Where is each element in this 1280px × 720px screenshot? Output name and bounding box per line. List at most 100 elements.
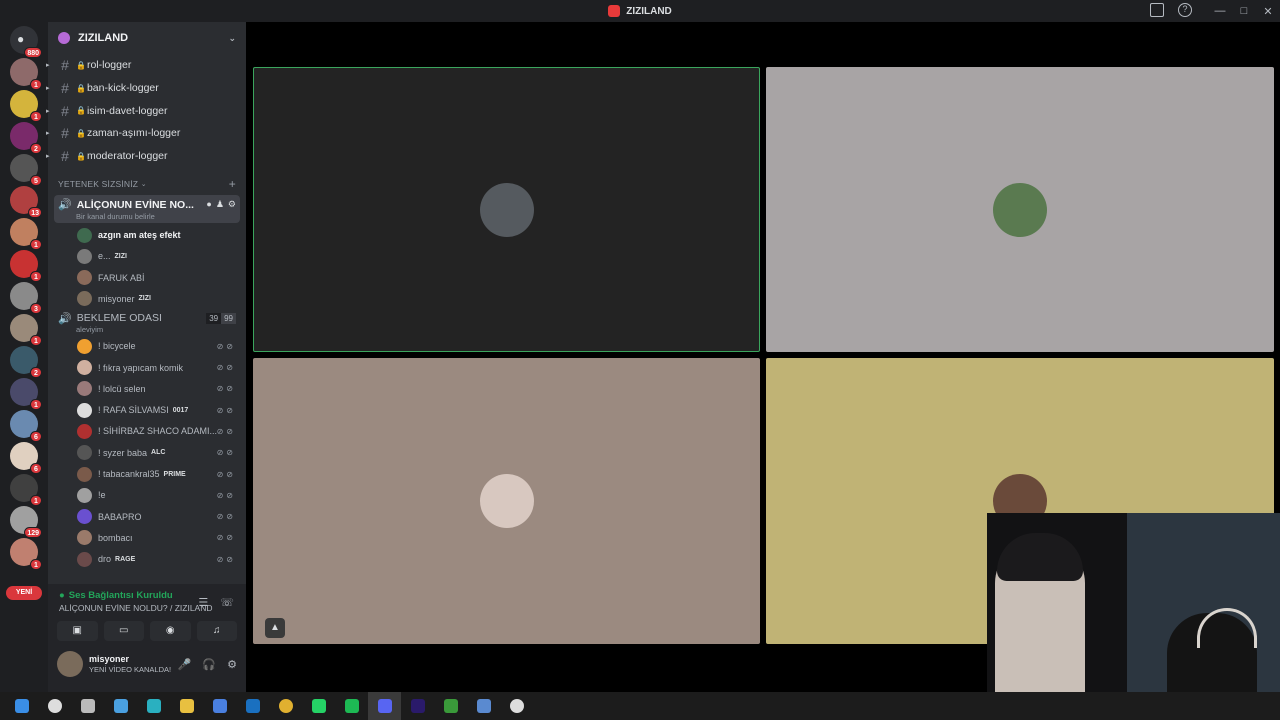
taskbar-whatsapp-icon[interactable]	[302, 692, 335, 720]
server-icon[interactable]: 6	[10, 410, 42, 442]
connection-state-text: Ses Bağlantısı Kuruldu	[68, 590, 173, 601]
channel-status[interactable]: Bir kanal durumu belirle	[76, 212, 236, 221]
taskbar-explorer-icon[interactable]	[170, 692, 203, 720]
close-button[interactable]: ✕	[1256, 5, 1280, 18]
taskbar-edge-icon[interactable]	[137, 692, 170, 720]
video-tile[interactable]: ▲	[253, 358, 760, 644]
server-icon[interactable]: 129	[10, 506, 42, 538]
text-channel[interactable]: ▸ # 🔒 moderator-logger	[46, 145, 246, 168]
headphones-icon[interactable]: 🎧	[202, 658, 216, 671]
text-channel[interactable]: ▸ # 🔒 rol-logger	[46, 54, 246, 77]
lock-icon: 🔒	[76, 151, 86, 161]
server-icon[interactable]: 1	[10, 538, 42, 570]
voice-user[interactable]: ! RAFA SİLVAMSI 0017 ⊘⊘	[48, 400, 246, 421]
voice-user[interactable]: !e ⊘⊘	[48, 485, 246, 506]
server-icon[interactable]: 1	[10, 250, 42, 282]
video-tile[interactable]	[253, 67, 760, 352]
server-icon[interactable]: 1	[10, 90, 42, 122]
muted-deafened-icon: ⊘⊘	[216, 384, 236, 394]
server-header[interactable]: ZIZILAND ⌄	[48, 22, 246, 54]
voice-username: ! syzer baba	[98, 447, 148, 458]
voice-user[interactable]: azgın am ateş efekt	[48, 224, 246, 245]
voice-user[interactable]: ! lolcü selen ⊘⊘	[48, 378, 246, 399]
avatar[interactable]	[57, 651, 83, 677]
noise-suppression-icon[interactable]: ☰	[198, 596, 208, 609]
voice-user[interactable]: BABAPRO ⊘⊘	[48, 506, 246, 527]
taskbar-copilot-icon[interactable]	[104, 692, 137, 720]
help-icon[interactable]: ?	[1178, 3, 1192, 17]
voice-user[interactable]: misyoner ZIZI	[48, 288, 246, 309]
home-button[interactable]: ● 880	[10, 26, 42, 58]
new-unreads-pill[interactable]: YENİ	[6, 586, 42, 600]
pop-out-icon[interactable]: ▲	[265, 618, 285, 638]
server-icon[interactable]: 1	[10, 378, 42, 410]
taskbar-chrome-icon[interactable]	[269, 692, 302, 720]
server-icon[interactable]: 2	[10, 346, 42, 378]
server-icon[interactable]: 3	[10, 282, 42, 314]
category-header[interactable]: YETENEK SİZSİNİZ ⌄ +	[48, 174, 246, 194]
taskbar-outlook-icon[interactable]	[236, 692, 269, 720]
voice-user[interactable]: dro RAGE ⊘⊘	[48, 549, 246, 570]
taskbar-discord-icon[interactable]	[368, 692, 401, 720]
user-tag: PRIME	[163, 470, 186, 478]
voice-user[interactable]: ! bicycele ⊘⊘	[48, 336, 246, 357]
camera-button[interactable]: ▣	[57, 621, 98, 641]
taskbar-premiere-icon[interactable]	[401, 692, 434, 720]
gear-icon[interactable]: ⚙	[228, 199, 236, 210]
voice-username: bombacı	[98, 532, 133, 543]
voice-user[interactable]: ! fıkra yapıcam komik ⊘⊘	[48, 357, 246, 378]
voice-user[interactable]: bombacı ⊘⊘	[48, 527, 246, 548]
voice-user[interactable]: FARUK ABİ	[48, 267, 246, 288]
add-channel-icon[interactable]: +	[229, 177, 236, 191]
server-icon[interactable]: 1	[10, 474, 42, 506]
app-logo-icon	[608, 5, 621, 17]
window-title: ZIZILAND	[608, 5, 672, 17]
taskbar-obs-icon[interactable]	[500, 692, 533, 720]
mention-badge: 13	[28, 207, 42, 218]
server-icon[interactable]: 1	[10, 314, 42, 346]
avatar	[77, 402, 92, 418]
server-icon[interactable]: 1	[10, 58, 42, 90]
inbox-icon[interactable]	[1150, 3, 1164, 17]
soundboard-button[interactable]: ♫	[196, 621, 237, 641]
channel-sidebar: ZIZILAND ⌄ ▸ # 🔒 rol-logger ▸ # 🔒 ban-kick-logg…	[46, 22, 246, 692]
user-tag: ZIZI	[114, 252, 127, 260]
activity-button[interactable]: ◉	[150, 621, 191, 641]
taskbar	[0, 692, 1280, 720]
mention-badge: 2	[30, 143, 42, 154]
taskbar-xbox-icon[interactable]	[434, 692, 467, 720]
text-channel[interactable]: ▸ # 🔒 ban-kick-logger	[46, 77, 246, 100]
waiting-voice-channel[interactable]: 🔊 BEKLEME ODASI 39 99 aleviyim	[48, 310, 246, 336]
chat-icon[interactable]: ●	[206, 199, 211, 210]
invite-icon[interactable]: ♟	[216, 199, 224, 210]
taskbar-search-icon[interactable]	[38, 692, 71, 720]
taskbar-spotify-icon[interactable]	[335, 692, 368, 720]
microphone-icon[interactable]: 🎤	[178, 658, 192, 671]
taskbar-windows-start-icon[interactable]	[5, 692, 38, 720]
active-voice-channel[interactable]: 🔊 ALİÇONUN EVİNE NO... ● ♟ ⚙ Bir kanal d…	[54, 195, 240, 224]
maximize-button[interactable]: □	[1232, 5, 1256, 17]
video-tile[interactable]	[766, 67, 1274, 352]
server-icon[interactable]: 1	[10, 218, 42, 250]
avatar	[77, 270, 92, 286]
taskbar-task-view-icon[interactable]	[71, 692, 104, 720]
server-icon[interactable]: 13	[10, 186, 42, 218]
server-icon[interactable]: 6	[10, 442, 42, 474]
server-icon[interactable]: 5	[10, 154, 42, 186]
taskbar-app-blue-icon[interactable]	[467, 692, 500, 720]
gamepad-icon: ◉	[165, 625, 175, 636]
taskbar-store-icon[interactable]	[203, 692, 236, 720]
voice-user[interactable]: ! tabacankral35 PRIME ⊘⊘	[48, 463, 246, 484]
minimize-button[interactable]: —	[1208, 5, 1232, 17]
text-channel[interactable]: ▸ # 🔒 zaman-aşımı-logger	[46, 122, 246, 145]
voice-user[interactable]: ! SİHİRBAZ SHACO ADAMI... ⊘⊘	[48, 421, 246, 442]
voice-user[interactable]: ! syzer baba ALC ⊘⊘	[48, 442, 246, 463]
text-channel[interactable]: ▸ # 🔒 isim-davet-logger	[46, 99, 246, 122]
user-limit-badge: 39 99	[206, 312, 236, 324]
voice-user[interactable]: e... ZIZI	[48, 246, 246, 267]
gear-icon[interactable]: ⚙	[227, 658, 237, 671]
disconnect-icon[interactable]: ☏	[220, 596, 234, 609]
server-icon[interactable]: 2	[10, 122, 42, 154]
voice-username: azgın am ateş efekt	[98, 230, 181, 241]
screen-share-button[interactable]: ▭	[103, 621, 144, 641]
